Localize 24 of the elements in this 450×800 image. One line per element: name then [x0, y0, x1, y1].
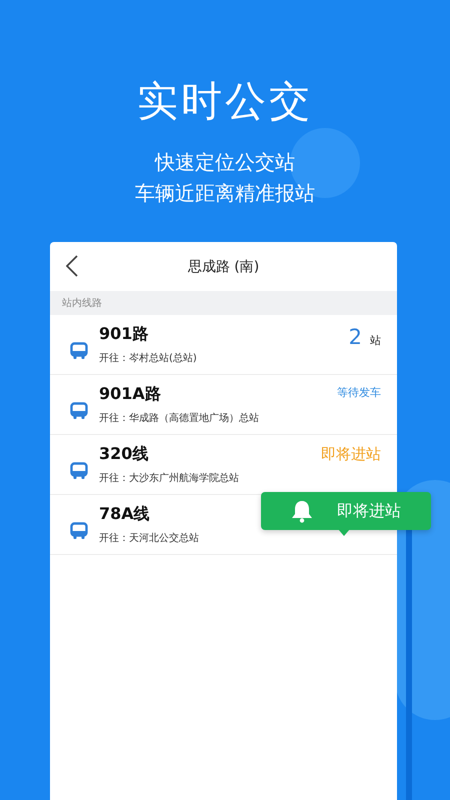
- route-name: 901路: [99, 324, 148, 345]
- route-status: 即将进站: [321, 445, 381, 464]
- bus-icon: [70, 402, 88, 420]
- route-destination: 开往：大沙东广州航海学院总站: [99, 472, 239, 485]
- back-icon[interactable]: [66, 255, 78, 277]
- station-title: 思成路 (南): [188, 258, 260, 276]
- route-destination: 开往：岑村总站(总站): [99, 352, 197, 365]
- toast-text: 即将进站: [337, 500, 401, 522]
- headline: 实时公交: [137, 76, 313, 127]
- route-name: 320线: [99, 444, 148, 465]
- route-name: 901A路: [99, 384, 161, 405]
- bus-icon: [70, 462, 88, 480]
- stop-unit: 站: [370, 333, 381, 348]
- route-destination: 开往：天河北公交总站: [99, 532, 199, 545]
- bus-icon: [70, 342, 88, 360]
- tagline: 快速定位公交站: [155, 149, 295, 176]
- stop-count: 2: [348, 325, 362, 349]
- route-status: 等待发车: [337, 385, 381, 400]
- section-label: 站内线路: [50, 291, 397, 315]
- route-destination: 开往：华成路（高德置地广场）总站: [99, 412, 259, 425]
- route-name: 78A线: [99, 504, 150, 525]
- bus-icon: [70, 522, 88, 540]
- bell-icon: [291, 499, 313, 523]
- tagline: 车辆近距离精准报站: [135, 180, 315, 207]
